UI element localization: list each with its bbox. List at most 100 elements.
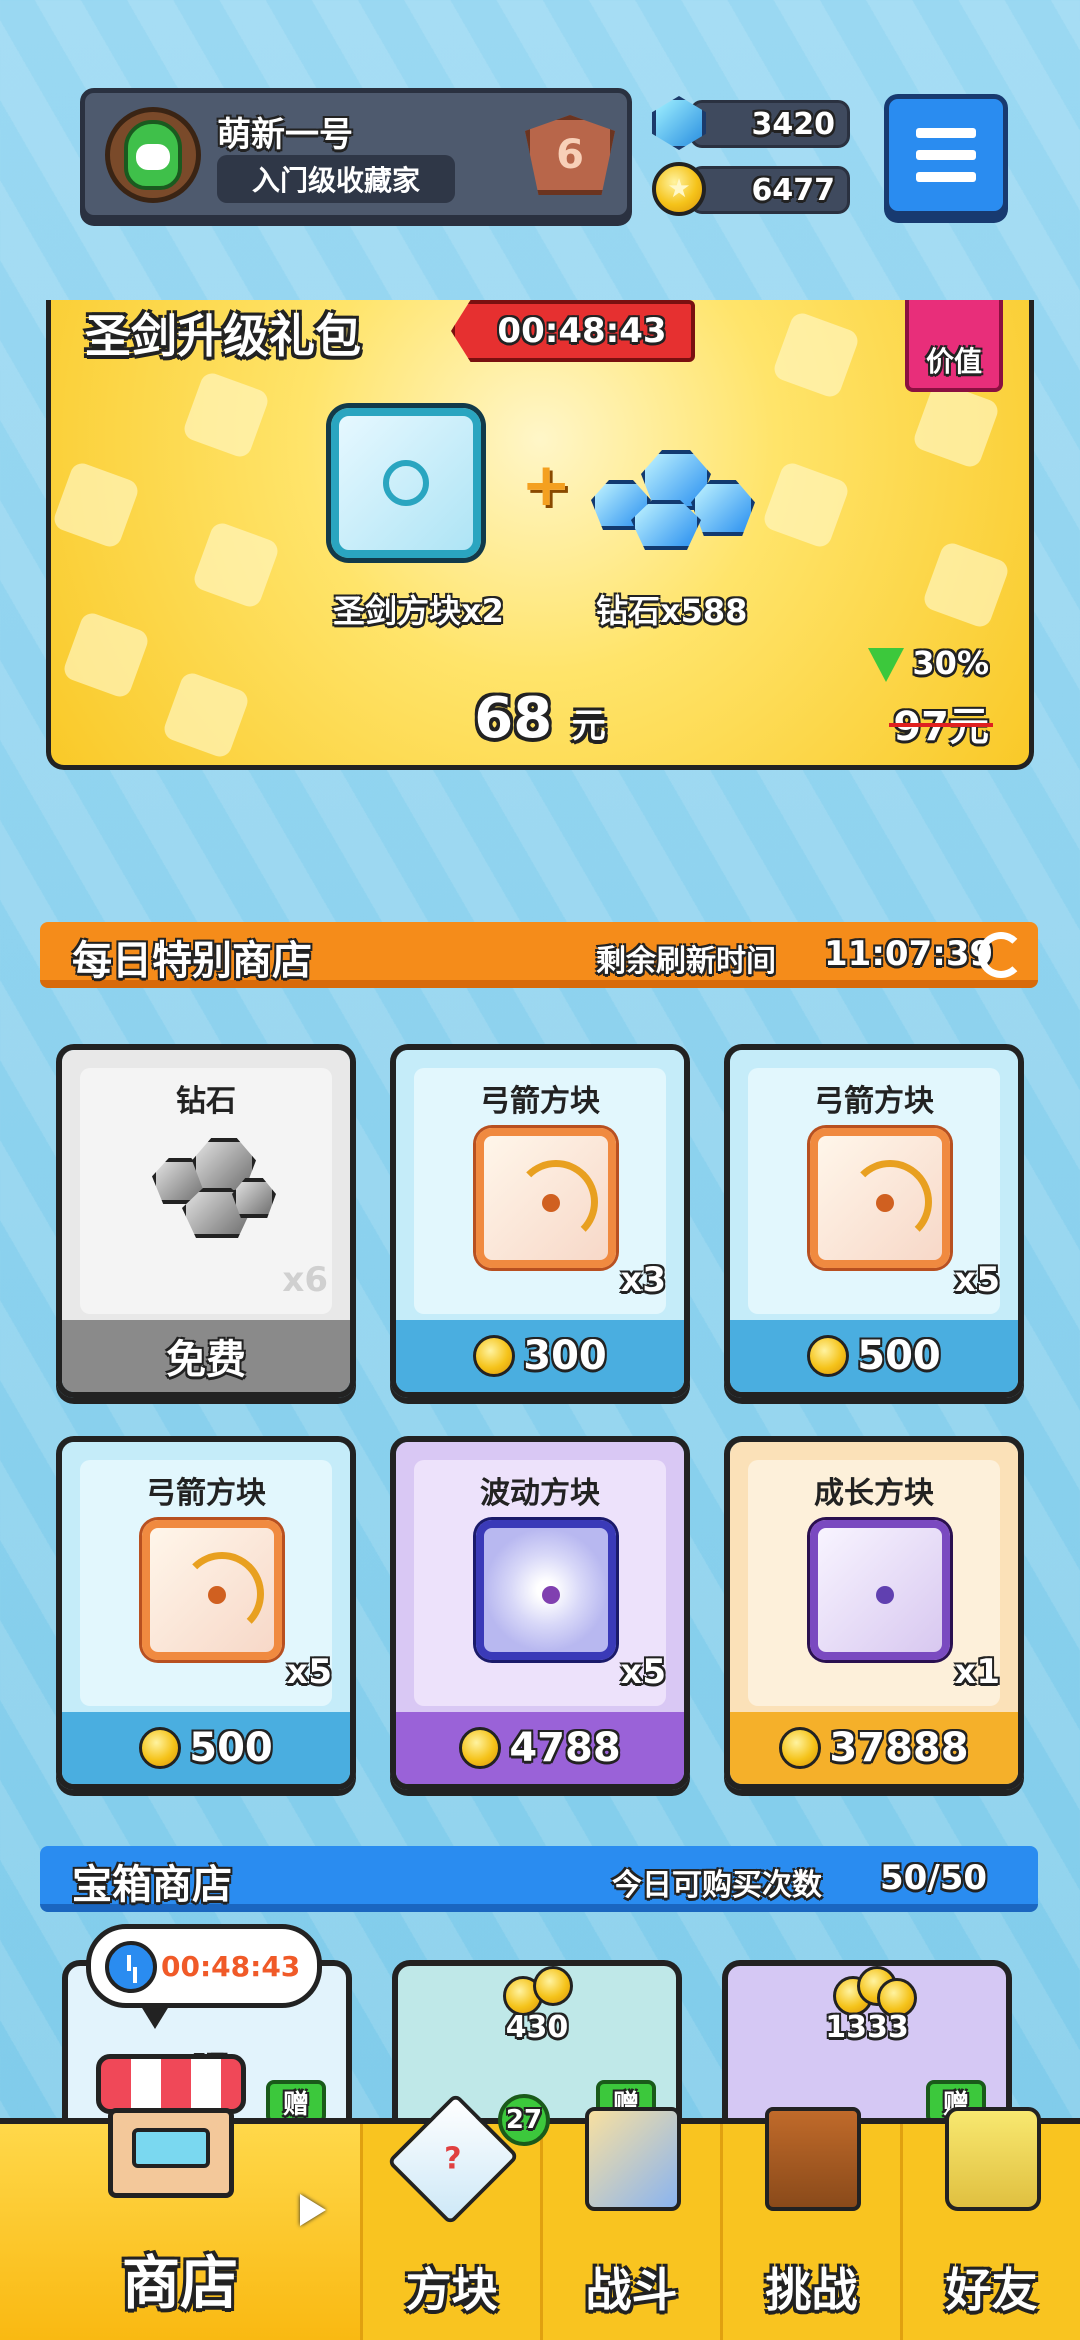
daily-shop-title: 每日特别商店 <box>72 938 312 984</box>
dice-decoration <box>921 540 1011 630</box>
friend-character-icon <box>945 2107 1041 2211</box>
shop-card-wave-block[interactable]: 波动方块 x5 4788 <box>390 1436 690 1790</box>
clock-icon <box>105 1941 157 1993</box>
rank-badge-icon: 6 <box>525 115 615 195</box>
card-item-name: 成长方块 <box>814 1476 934 1511</box>
shop-card-growth-block[interactable]: 成长方块 x1 37888 <box>724 1436 1024 1790</box>
original-price-unit: 元 <box>949 704 989 750</box>
card-price-value: 免费 <box>166 1337 246 1383</box>
discount-value: 30% <box>912 644 989 682</box>
card-price-value: 500 <box>857 1333 941 1379</box>
coin-icon <box>459 1727 502 1769</box>
growth-block-icon <box>810 1520 950 1660</box>
card-price-value: 37888 <box>829 1725 969 1771</box>
gem-count: 3420 <box>751 107 836 142</box>
chest-shop-header: 宝箱商店 今日可购买次数 50/50 <box>40 1846 1038 1912</box>
rank-number: 6 <box>556 132 584 178</box>
promo-price[interactable]: 68 元 <box>51 686 1029 751</box>
holy-sword-block-icon <box>331 408 481 558</box>
promo-title: 圣剑升级礼包 <box>85 309 361 363</box>
shop-card-diamond[interactable]: 钻石 x6 免费 <box>56 1044 356 1398</box>
dice-decoration <box>51 460 141 550</box>
challenge-board-icon <box>765 2107 861 2211</box>
coin-counter[interactable]: 6477 <box>690 166 850 214</box>
purchases-label: 今日可购买次数 <box>612 1868 822 1903</box>
shop-card-bow-block[interactable]: 弓箭方块 x5 500 <box>56 1436 356 1790</box>
refresh-timer: 11:07:39 <box>824 934 994 974</box>
plus-icon: + <box>521 450 572 520</box>
card-qty: x1 <box>954 1652 1000 1692</box>
diamond-pile-icon <box>142 1128 282 1268</box>
player-name: 萌新一号 <box>217 115 353 155</box>
bottom-navigation: 商店 ? 方块 战斗 挑战 好友 <box>0 2054 1080 2340</box>
wave-block-icon <box>476 1520 616 1660</box>
shop-card-bow-block[interactable]: 弓箭方块 x3 300 <box>390 1044 690 1398</box>
bow-block-icon <box>476 1128 616 1268</box>
notification-badge: 27 <box>498 2094 550 2146</box>
coin-stack-icon <box>503 1966 583 2016</box>
discount-arrow-icon <box>868 648 905 682</box>
menu-line-icon <box>916 172 976 182</box>
bow-block-icon <box>142 1520 282 1660</box>
dice-decoration <box>191 520 281 610</box>
coin-icon <box>807 1335 850 1377</box>
value-tag: 价值 <box>905 300 1003 392</box>
original-price: 97元 <box>889 694 993 752</box>
card-price-button[interactable]: 4788 <box>396 1712 684 1784</box>
discount-label: 30% <box>868 644 989 682</box>
chest-timer: 00:48:43 <box>161 1949 301 1983</box>
chest-timer-bubble: 00:48:43 <box>86 1924 322 2029</box>
card-price-button[interactable]: 免费 <box>62 1320 350 1392</box>
card-qty: x5 <box>286 1652 332 1692</box>
nav-tab-blocks[interactable]: ? 方块 <box>360 2092 540 2340</box>
avatar-face-icon <box>124 120 182 190</box>
menu-line-icon <box>916 150 976 160</box>
daily-shop-header: 每日特别商店 剩余刷新时间 11:07:39 <box>40 922 1038 988</box>
card-qty: x5 <box>954 1260 1000 1300</box>
nav-tab-battle[interactable]: 战斗 <box>540 2107 720 2340</box>
play-arrow-icon <box>300 2194 326 2226</box>
dice-decoration <box>181 370 271 460</box>
value-tag-text: 价值 <box>925 345 982 378</box>
original-price-value: 97 <box>893 704 949 750</box>
card-price-button[interactable]: 300 <box>396 1320 684 1392</box>
refresh-icon[interactable] <box>978 932 1024 978</box>
nav-tab-shop[interactable]: 商店 <box>0 2054 360 2340</box>
player-profile-panel[interactable]: 萌新一号 入门级收藏家 6 <box>80 88 632 220</box>
player-title: 入门级收藏家 <box>217 155 455 203</box>
menu-line-icon <box>916 128 976 138</box>
gem-counter[interactable]: 3420 <box>690 100 850 148</box>
promo-bundle-banner[interactable]: 圣剑升级礼包 00:48:43 价值 + 圣剑方块x2 钻石x588 68 元 … <box>46 300 1034 770</box>
coin-icon <box>139 1727 182 1769</box>
gift-tag-text: 赠 <box>282 2089 309 2120</box>
chest-shop-title: 宝箱商店 <box>72 1862 232 1908</box>
chest-amount: 1333 <box>825 2010 909 2045</box>
dice-decoration <box>911 380 1001 470</box>
card-item-name: 波动方块 <box>480 1476 600 1511</box>
coin-stack-icon <box>833 1966 917 2018</box>
promo-item2-label: 钻石x588 <box>596 592 748 630</box>
card-price-button[interactable]: 37888 <box>730 1712 1018 1784</box>
purchases-count: 50/50 <box>880 1858 988 1898</box>
card-price-button[interactable]: 500 <box>730 1320 1018 1392</box>
shop-stall-icon <box>96 2054 246 2204</box>
refresh-label: 剩余刷新时间 <box>596 944 776 979</box>
promo-timer: 00:48:43 <box>451 300 695 362</box>
card-price-value: 500 <box>189 1725 273 1771</box>
nav-label: 商店 <box>121 2249 238 2317</box>
card-price-value: 300 <box>523 1333 607 1379</box>
promo-price-value: 68 <box>474 686 553 751</box>
dice-decoration <box>761 460 851 550</box>
coin-count: 6477 <box>751 173 836 208</box>
sword-shield-icon <box>585 2107 681 2211</box>
coin-icon <box>473 1335 516 1377</box>
card-price-value: 4788 <box>509 1725 621 1771</box>
nav-tab-friends[interactable]: 好友 <box>900 2107 1080 2340</box>
nav-tab-challenge[interactable]: 挑战 <box>720 2107 900 2340</box>
player-avatar[interactable] <box>105 107 201 203</box>
menu-button[interactable] <box>884 94 1008 216</box>
coin-icon <box>779 1727 822 1769</box>
card-item-name: 弓箭方块 <box>480 1084 600 1119</box>
shop-card-bow-block[interactable]: 弓箭方块 x5 500 <box>724 1044 1024 1398</box>
card-price-button[interactable]: 500 <box>62 1712 350 1784</box>
